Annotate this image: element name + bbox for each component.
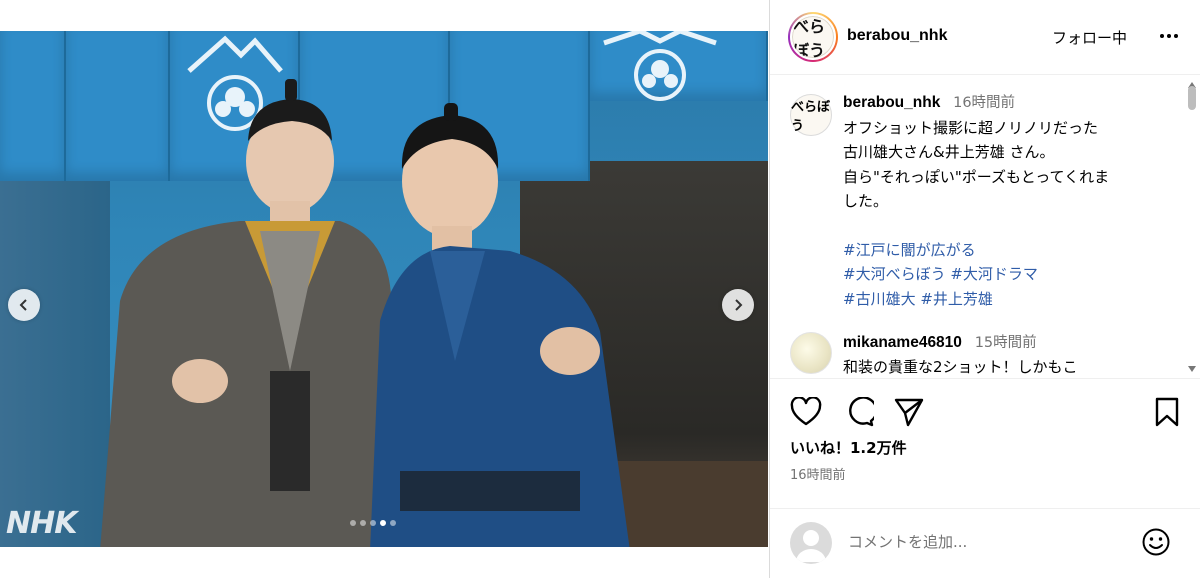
scroll-down-arrow-icon[interactable] [1188,366,1196,372]
carousel-dot [380,520,386,526]
default-avatar-icon [796,530,826,562]
carousel-indicator [350,520,396,526]
carousel-next-button[interactable] [722,289,754,321]
bookmark-icon[interactable] [1154,397,1180,427]
likes-count[interactable]: いいね！1.2万件 [790,437,907,458]
caption-line: した。 [843,192,889,210]
header-username[interactable]: berabou_nhk [847,27,947,45]
chevron-left-icon [19,299,27,311]
caption-line: オフショット撮影に超ノリノリだった [843,118,1099,137]
add-comment-bar [770,508,1200,578]
carousel-dot [350,520,356,526]
comments-list[interactable]: べらぼう berabou_nhk 16時間前 オフショット撮影に超ノリノリだった… [770,76,1200,378]
more-options-button[interactable] [1158,26,1180,46]
carousel-dot [370,520,376,526]
comment-time: 15時間前 [974,335,1037,351]
share-icon[interactable] [894,397,924,427]
commenter-avatar[interactable] [790,332,832,374]
carousel-dot [360,520,366,526]
profile-avatar[interactable]: べらぼう [788,12,838,62]
nhk-watermark: NHK [6,506,77,541]
person-right [370,103,630,547]
hashtag-link[interactable]: #江戸に闇が広がる [843,238,1173,263]
commenter-username[interactable]: mikaname46810 [843,334,962,351]
comment-input[interactable] [848,529,1128,555]
scroll-thumb[interactable] [1188,86,1196,110]
caption-line: 古川雄大さん&井上芳雄 さん。 [843,143,1055,161]
caption-time: 16時間前 [953,95,1016,111]
emoji-icon[interactable] [1141,527,1171,557]
chevron-right-icon [735,299,743,311]
post-timestamp[interactable]: 16時間前 [790,464,846,483]
carousel-dot [390,520,396,526]
account-logo: べらぼう [792,16,834,58]
hashtag-link[interactable]: #古川雄大 #井上芳雄 [843,287,1173,312]
post-header: べらぼう berabou_nhk フォロー中 [770,0,1200,75]
caption-username[interactable]: berabou_nhk [843,94,940,111]
post-side-panel: べらぼう berabou_nhk フォロー中 べらぼう berabou_nhk … [769,0,1200,578]
user-avatar[interactable] [790,522,832,564]
caption-avatar[interactable]: べらぼう [790,94,832,136]
post-actions: いいね！1.2万件 16時間前 [770,378,1200,486]
post-photo[interactable] [0,31,768,547]
noren-curtain [0,31,66,181]
carousel-prev-button[interactable] [8,289,40,321]
following-button[interactable]: フォロー中 [1052,27,1127,48]
comment-text: 和装の貴重な2ショット！しかもこ [843,358,1078,376]
comment-icon[interactable] [844,397,874,427]
caption-line: 自ら"それっぽい"ポーズもとってくれま [843,167,1110,186]
post-media: NHK [0,0,768,578]
heart-icon[interactable] [790,397,822,427]
comments-scrollbar[interactable] [1186,78,1198,378]
hashtag-link[interactable]: #大河べらぼう #大河ドラマ [843,262,1173,287]
